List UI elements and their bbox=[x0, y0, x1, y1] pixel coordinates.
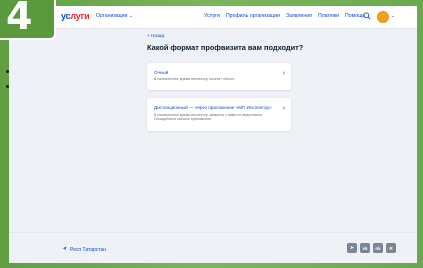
step-number-badge: 4 bbox=[0, 0, 56, 40]
telegram-icon[interactable]: ➤ bbox=[347, 243, 357, 253]
main-nav: Услуги Профиль организации Заявления Пла… bbox=[204, 13, 365, 19]
nav-payments[interactable]: Платежи bbox=[318, 13, 339, 19]
social-links: ➤ vk ok R bbox=[347, 243, 396, 253]
logo-part-main: ус bbox=[61, 11, 71, 21]
slide-dots bbox=[6, 70, 10, 100]
ok-icon[interactable]: ok bbox=[373, 243, 383, 253]
option-card-in-person[interactable]: Очный В назначенное время инспектор посе… bbox=[147, 63, 291, 90]
option-description: В назначенное время инспектор посетит об… bbox=[154, 77, 235, 81]
region-selector[interactable]: Респ Татарстан bbox=[62, 246, 106, 253]
back-link[interactable]: < Назад bbox=[147, 33, 164, 38]
option-card-remote[interactable]: Дистанционный — через приложение «МП Инс… bbox=[147, 98, 291, 131]
bullet-dot bbox=[6, 85, 9, 88]
nav-applications[interactable]: Заявления bbox=[286, 13, 312, 19]
user-avatar[interactable] bbox=[377, 11, 389, 23]
bullet-dot bbox=[6, 70, 9, 73]
location-icon bbox=[62, 246, 67, 253]
option-title: Очный bbox=[154, 70, 169, 75]
gosuslugi-logo[interactable]: услуги bbox=[61, 11, 90, 21]
search-icon[interactable] bbox=[363, 12, 371, 20]
chevron-down-icon[interactable]: ⌄ bbox=[391, 13, 395, 19]
nav-services[interactable]: Услуги bbox=[204, 13, 220, 19]
rutube-icon[interactable]: R bbox=[386, 243, 396, 253]
logo-part-accent: луги bbox=[70, 11, 90, 21]
option-title: Дистанционный — через приложение «МП Инс… bbox=[154, 105, 272, 110]
vk-icon[interactable]: vk bbox=[360, 243, 370, 253]
region-label: Респ Татарстан bbox=[70, 247, 107, 253]
chevron-right-icon: › bbox=[282, 105, 285, 112]
nav-org-profile[interactable]: Профиль организации bbox=[226, 13, 280, 19]
page-title: Какой формат профвизита вам подходит? bbox=[147, 43, 304, 52]
chevron-right-icon: › bbox=[282, 70, 285, 77]
organizations-menu[interactable]: Организации ⌄ bbox=[96, 13, 133, 19]
page-footer: Респ Татарстан ➤ vk ok R bbox=[9, 232, 417, 263]
top-header: услуги Организации ⌄ Услуги Профиль орга… bbox=[9, 6, 417, 29]
step-number: 4 bbox=[6, 0, 33, 38]
browser-screen: услуги Организации ⌄ Услуги Профиль орга… bbox=[9, 6, 417, 263]
option-description: В назначенное время инспектор свяжется с… bbox=[154, 113, 263, 122]
